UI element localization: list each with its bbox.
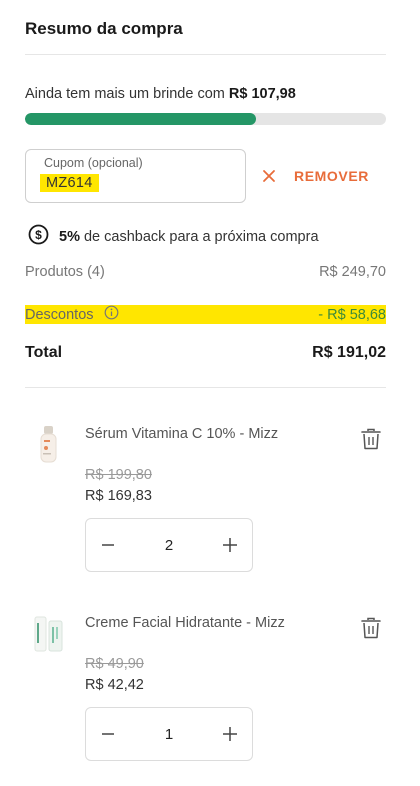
products-label: Produtos (4) — [25, 264, 105, 280]
products-row: Produtos (4) R$ 249,70 — [25, 264, 386, 280]
minus-icon — [102, 544, 114, 546]
product-price: R$ 169,83 — [85, 488, 152, 504]
quantity-stepper: 2 — [85, 518, 253, 572]
divider — [25, 54, 386, 55]
summary-title: Resumo da compra — [25, 19, 183, 38]
plus-icon — [223, 538, 237, 552]
products-value: R$ 249,70 — [319, 264, 386, 280]
remove-coupon-button[interactable]: REMOVER — [262, 166, 369, 186]
product-name[interactable]: Sérum Vitamina C 10% - Mizz — [85, 426, 278, 442]
total-row: Total R$ 191,02 — [25, 344, 386, 362]
discounts-row: Descontos - R$ 58,68 — [25, 305, 386, 324]
gift-progress-bar — [25, 113, 386, 125]
cashback-percent: 5% — [59, 228, 80, 245]
close-icon — [262, 169, 276, 183]
total-label: Total — [25, 344, 63, 361]
minus-icon — [102, 733, 114, 735]
coupon-label: Cupom (opcional) — [44, 156, 143, 170]
quantity-value[interactable]: 2 — [165, 537, 173, 554]
svg-text:$: $ — [35, 228, 42, 242]
product-name[interactable]: Creme Facial Hidratante - Mizz — [85, 615, 285, 631]
product-image[interactable] — [25, 422, 73, 470]
cashback-info: $ 5% de cashback para a próxima compra — [28, 224, 319, 249]
remove-coupon-label: REMOVER — [294, 168, 369, 184]
quantity-stepper: 1 — [85, 707, 253, 761]
increase-quantity-button[interactable] — [220, 535, 240, 555]
divider — [25, 387, 386, 388]
product-old-price: R$ 49,90 — [85, 656, 144, 672]
total-value: R$ 191,02 — [312, 344, 386, 361]
gift-amount: R$ 107,98 — [228, 86, 296, 102]
gift-message-prefix: Ainda tem mais um brinde com — [25, 86, 225, 102]
coupon-field[interactable]: Cupom (opcional) MZ614 — [25, 149, 246, 203]
trash-icon[interactable] — [361, 617, 381, 644]
increase-quantity-button[interactable] — [220, 724, 240, 744]
coupon-value[interactable]: MZ614 — [40, 174, 99, 192]
plus-icon — [223, 727, 237, 741]
decrease-quantity-button[interactable] — [98, 535, 118, 555]
product-old-price: R$ 199,80 — [85, 467, 152, 483]
cashback-text: de cashback para a próxima compra — [83, 228, 319, 245]
dollar-circle-icon: $ — [28, 224, 49, 249]
trash-icon[interactable] — [361, 428, 381, 455]
gift-progress-fill — [25, 113, 257, 125]
gift-message: Ainda tem mais um brinde com R$ 107,98 — [25, 86, 296, 102]
decrease-quantity-button[interactable] — [98, 724, 118, 744]
quantity-value[interactable]: 1 — [165, 726, 173, 743]
discounts-label: Descontos — [25, 306, 94, 323]
discounts-value: - R$ 58,68 — [318, 306, 386, 323]
info-icon[interactable] — [104, 305, 119, 324]
product-image[interactable] — [25, 611, 73, 659]
product-price: R$ 42,42 — [85, 677, 144, 693]
